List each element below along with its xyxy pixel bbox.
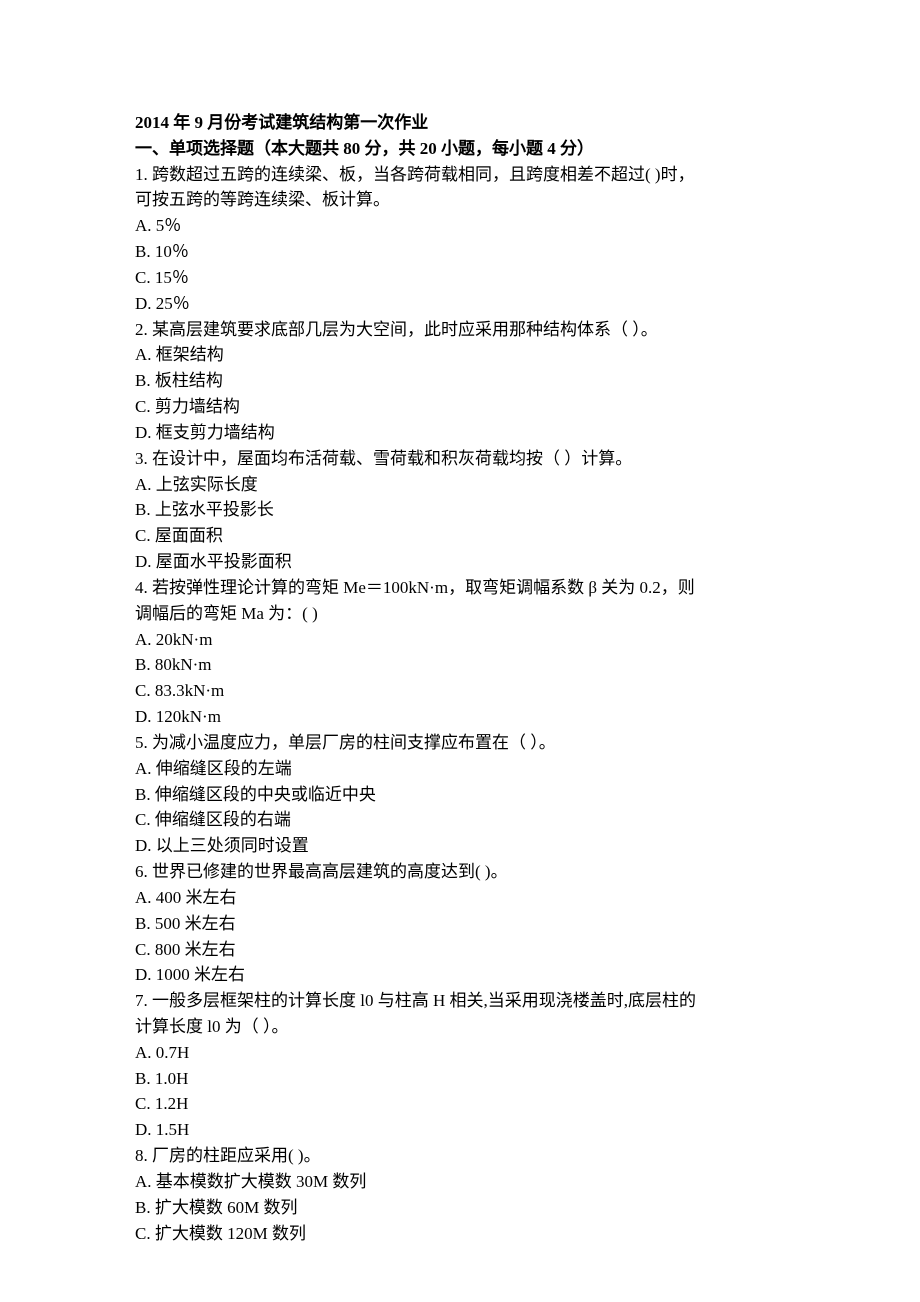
question-stem: 调幅后的弯矩 Ma 为：( ) [135,601,790,627]
question-option: B. 伸缩缝区段的中央或临近中央 [135,782,790,808]
question-stem: 2. 某高层建筑要求底部几层为大空间，此时应采用那种结构体系（ ）。 [135,317,790,343]
question-option: B. 1.0H [135,1066,790,1092]
question-option: A. 上弦实际长度 [135,472,790,498]
question-option: A. 400 米左右 [135,885,790,911]
question-stem: 6. 世界已修建的世界最高高层建筑的高度达到( )。 [135,859,790,885]
question-stem: 5. 为减小温度应力，单层厂房的柱间支撑应布置在（ ）。 [135,730,790,756]
question-option: C. 伸缩缝区段的右端 [135,807,790,833]
doc-title: 2014 年 9 月份考试建筑结构第一次作业 [135,110,790,136]
question-option: C. 15％ [135,265,790,291]
question-option: C. 屋面面积 [135,523,790,549]
question-option: D. 1000 米左右 [135,962,790,988]
question-stem: 4. 若按弹性理论计算的弯矩 Me＝100kN·m，取弯矩调幅系数 β 关为 0… [135,575,790,601]
question-option: A. 框架结构 [135,342,790,368]
question-option: B. 10％ [135,239,790,265]
question-stem: 7. 一般多层框架柱的计算长度 l0 与柱高 H 相关,当采用现浇楼盖时,底层柱… [135,988,790,1014]
question-option: B. 板柱结构 [135,368,790,394]
question-option: B. 80kN·m [135,652,790,678]
question-option: A. 伸缩缝区段的左端 [135,756,790,782]
question-option: D. 框支剪力墙结构 [135,420,790,446]
question-option: C. 剪力墙结构 [135,394,790,420]
question-option: C. 800 米左右 [135,937,790,963]
question-option: D. 25％ [135,291,790,317]
question-option: D. 1.5H [135,1117,790,1143]
question-option: B. 上弦水平投影长 [135,497,790,523]
question-stem: 3. 在设计中，屋面均布活荷载、雪荷载和积灰荷载均按（ ）计算。 [135,446,790,472]
question-option: C. 扩大模数 120M 数列 [135,1221,790,1247]
question-stem: 8. 厂房的柱距应采用( )。 [135,1143,790,1169]
question-stem: 可按五跨的等跨连续梁、板计算。 [135,187,790,213]
question-option: B. 500 米左右 [135,911,790,937]
question-option: A. 0.7H [135,1040,790,1066]
document-page: 2014 年 9 月份考试建筑结构第一次作业 一、单项选择题（本大题共 80 分… [0,0,920,1302]
question-option: D. 120kN·m [135,704,790,730]
question-option: D. 屋面水平投影面积 [135,549,790,575]
question-option: A. 基本模数扩大模数 30M 数列 [135,1169,790,1195]
question-stem: 计算长度 l0 为（ ）。 [135,1014,790,1040]
question-option: C. 1.2H [135,1091,790,1117]
question-option: A. 20kN·m [135,627,790,653]
question-stem: 1. 跨数超过五跨的连续梁、板，当各跨荷载相同，且跨度相差不超过( )时， [135,162,790,188]
questions-container: 1. 跨数超过五跨的连续梁、板，当各跨荷载相同，且跨度相差不超过( )时，可按五… [135,162,790,1247]
question-option: D. 以上三处须同时设置 [135,833,790,859]
section-heading: 一、单项选择题（本大题共 80 分，共 20 小题，每小题 4 分） [135,136,790,162]
question-option: A. 5％ [135,213,790,239]
question-option: C. 83.3kN·m [135,678,790,704]
question-option: B. 扩大模数 60M 数列 [135,1195,790,1221]
